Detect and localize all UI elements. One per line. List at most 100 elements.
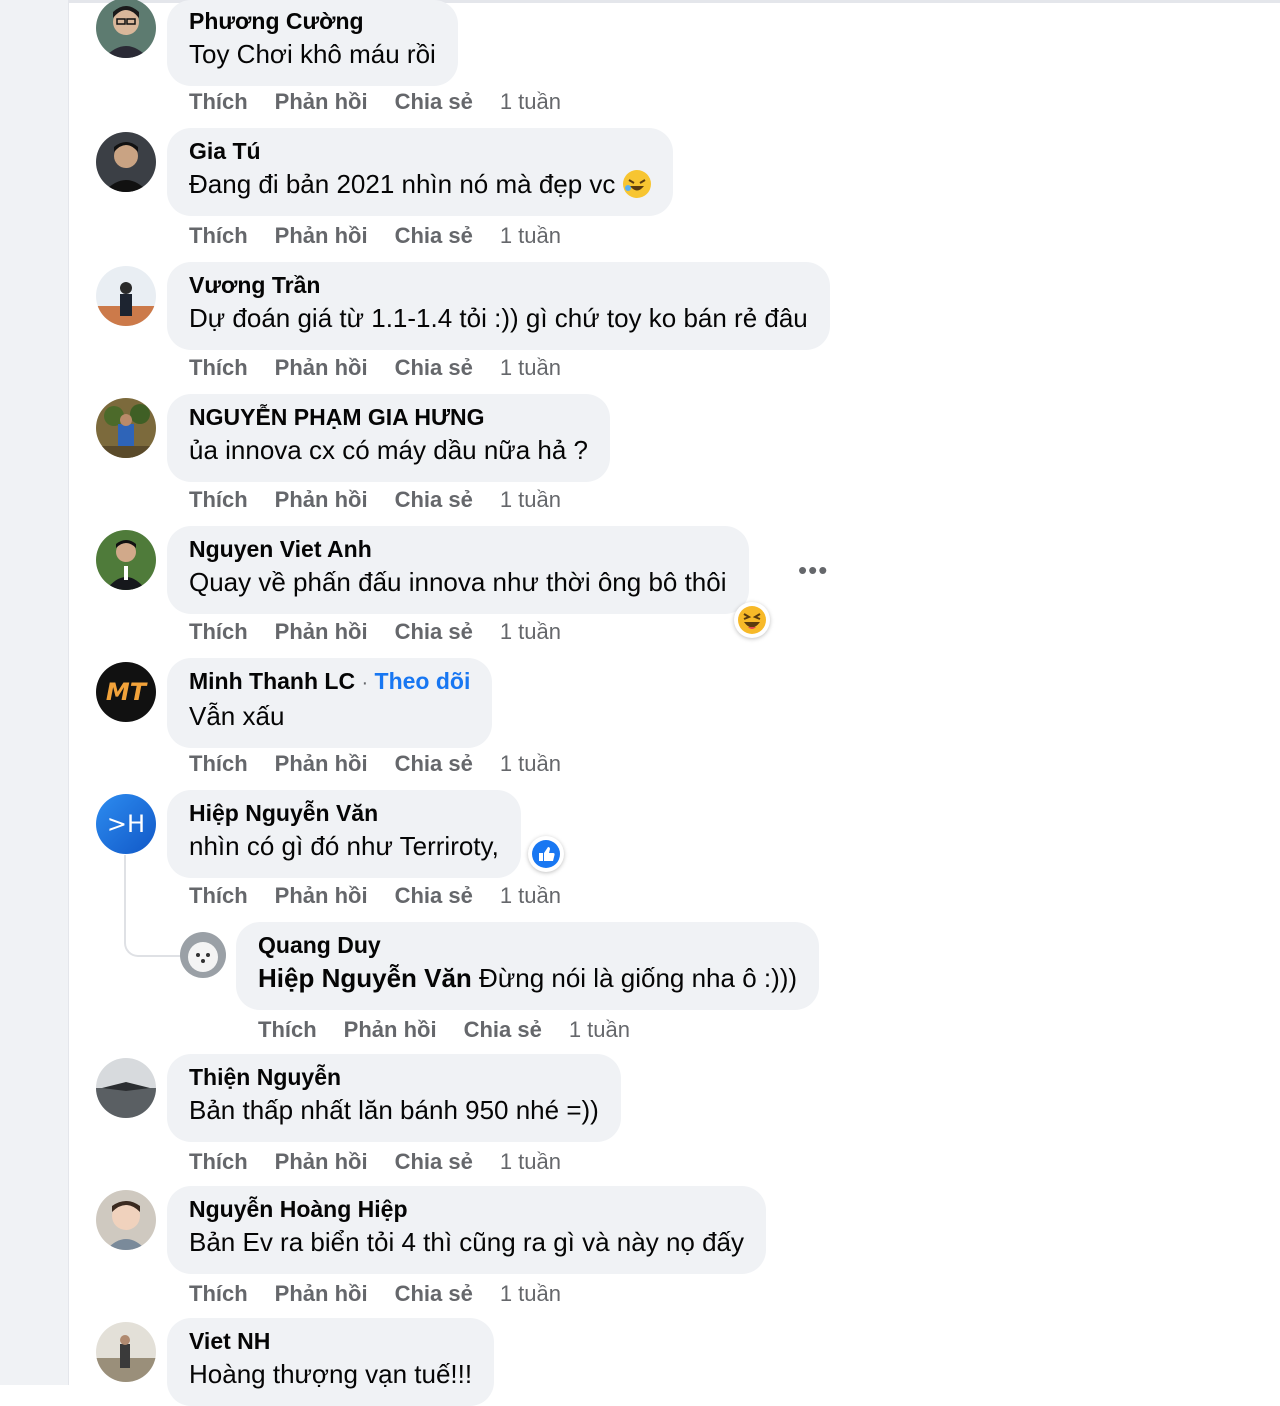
comment-timestamp[interactable]: 1 tuần [500, 619, 561, 645]
comment-actions: Thích Phản hồi Chia sẻ 1 tuần [189, 355, 588, 381]
comment-author[interactable]: Vương Trần [189, 270, 808, 301]
avatar[interactable] [96, 1322, 156, 1382]
haha-reaction-icon [738, 606, 766, 634]
comment-actions: Thích Phản hồi Chia sẻ 1 tuần [189, 1149, 588, 1175]
reply-button[interactable]: Phản hồi [275, 1149, 368, 1175]
avatar[interactable]: MT [96, 662, 156, 722]
comment-author[interactable]: Phương Cường [189, 6, 436, 37]
comment-timestamp[interactable]: 1 tuần [500, 1149, 561, 1175]
comment-timestamp[interactable]: 1 tuần [500, 223, 561, 249]
comment-text: Vẫn xấu [189, 701, 285, 731]
comment-bubble: Nguyễn Hoàng Hiệp Bản Ev ra biển tỏi 4 t… [167, 1186, 767, 1274]
reply-button[interactable]: Phản hồi [275, 619, 368, 645]
comment-text: Hoàng thượng vạn tuế!!! [189, 1359, 473, 1389]
reply-button[interactable]: Phản hồi [275, 355, 368, 381]
comment-author[interactable]: Viet NH [189, 1326, 472, 1357]
like-reaction-icon [532, 840, 560, 868]
like-button[interactable]: Thích [189, 487, 248, 513]
comment-timestamp[interactable]: 1 tuần [500, 1281, 561, 1307]
reply-button[interactable]: Phản hồi [275, 89, 368, 115]
comment-bubble: Minh Thanh LC · Theo dõi Vẫn xấu [167, 658, 493, 748]
reaction-badge[interactable] [734, 602, 770, 638]
avatar-initials: MT [105, 678, 147, 706]
comment-bubble: Viet NH Hoàng thượng vạn tuế!!! [167, 1318, 495, 1406]
avatar[interactable] [180, 932, 226, 978]
comment-text: Quay về phấn đấu innova như thời ông bô … [189, 567, 727, 597]
reply-button[interactable]: Phản hồi [275, 751, 368, 777]
share-button[interactable]: Chia sẻ [395, 223, 473, 249]
share-button[interactable]: Chia sẻ [395, 1281, 473, 1307]
comment-text: Dự đoán giá từ 1.1-1.4 tỏi :)) gì chứ to… [189, 303, 808, 333]
share-button[interactable]: Chia sẻ [464, 1017, 542, 1043]
follow-button[interactable]: Theo dõi [375, 668, 471, 694]
comment-actions: Thích Phản hồi Chia sẻ 1 tuần [189, 883, 588, 909]
share-button[interactable]: Chia sẻ [395, 619, 473, 645]
comment-text: Bản thấp nhất lăn bánh 950 nhé =)) [189, 1095, 599, 1125]
comment-bubble: NGUYỄN PHẠM GIA HƯNG ủa innova cx có máy… [167, 394, 610, 482]
share-button[interactable]: Chia sẻ [395, 1149, 473, 1175]
avatar[interactable] [96, 530, 156, 590]
reply-button[interactable]: Phản hồi [344, 1017, 437, 1043]
comment-timestamp[interactable]: 1 tuần [500, 487, 561, 513]
reply-button[interactable]: Phản hồi [275, 487, 368, 513]
like-button[interactable]: Thích [189, 883, 248, 909]
avatar[interactable] [96, 1058, 156, 1118]
comment-bubble: Vương Trần Dự đoán giá từ 1.1-1.4 tỏi :)… [167, 262, 830, 350]
avatar[interactable] [96, 132, 156, 192]
comment-author[interactable]: Hiệp Nguyễn Văn [189, 798, 499, 829]
comment-text: ủa innova cx có máy dầu nữa hả ? [189, 435, 588, 465]
like-button[interactable]: Thích [189, 751, 248, 777]
comment-bubble: Gia Tú Đang đi bản 2021 nhìn nó mà đẹp v… [167, 128, 674, 216]
comment-timestamp[interactable]: 1 tuần [500, 89, 561, 115]
mention-link[interactable]: Hiệp Nguyễn Văn [258, 963, 472, 993]
comment-text-content: Đừng nói là giống nha ô :))) [471, 963, 798, 993]
comment-bubble: Hiệp Nguyễn Văn nhìn có gì đó như Terrir… [167, 790, 521, 878]
comment-actions: Thích Phản hồi Chia sẻ 1 tuần [189, 89, 588, 115]
comment-timestamp[interactable]: 1 tuần [500, 751, 561, 777]
comment-timestamp[interactable]: 1 tuần [500, 883, 561, 909]
like-button[interactable]: Thích [189, 223, 248, 249]
share-button[interactable]: Chia sẻ [395, 487, 473, 513]
reply-button[interactable]: Phản hồi [275, 1281, 368, 1307]
comment-bubble: Phương Cường Toy Chơi khô máu rồi [167, 0, 458, 86]
comment-author[interactable]: Nguyễn Hoàng Hiệp [189, 1194, 744, 1225]
comment-author[interactable]: Quang Duy [258, 930, 797, 961]
comment-timestamp[interactable]: 1 tuần [500, 355, 561, 381]
avatar[interactable] [96, 0, 156, 58]
share-button[interactable]: Chia sẻ [395, 751, 473, 777]
comment-bubble: Thiện Nguyễn Bản thấp nhất lăn bánh 950 … [167, 1054, 621, 1142]
share-button[interactable]: Chia sẻ [395, 883, 473, 909]
like-button[interactable]: Thích [189, 1149, 248, 1175]
avatar-initials: >H [106, 810, 146, 838]
comment-text: Đang đi bản 2021 nhìn nó mà đẹp vc [189, 167, 652, 202]
avatar[interactable]: >H [96, 794, 156, 854]
reply-button[interactable]: Phản hồi [275, 883, 368, 909]
comment-text: nhìn có gì đó như Terriroty, [189, 831, 499, 861]
comment-author[interactable]: Minh Thanh LC [189, 668, 355, 694]
comment-text: Toy Chơi khô máu rồi [189, 39, 436, 69]
comment-actions: Thích Phản hồi Chia sẻ 1 tuần [258, 1017, 657, 1043]
comment-author[interactable]: Nguyen Viet Anh [189, 534, 727, 565]
comment-timestamp[interactable]: 1 tuần [569, 1017, 630, 1043]
like-button[interactable]: Thích [189, 1281, 248, 1307]
comment-author[interactable]: Thiện Nguyễn [189, 1062, 599, 1093]
more-options-icon[interactable]: ••• [798, 557, 828, 583]
reaction-badge[interactable] [528, 836, 564, 872]
left-gutter [0, 0, 69, 1385]
comment-text: Bản Ev ra biển tỏi 4 thì cũng ra gì và n… [189, 1227, 745, 1257]
separator-dot: · [361, 672, 369, 694]
like-button[interactable]: Thích [189, 89, 248, 115]
share-button[interactable]: Chia sẻ [395, 355, 473, 381]
like-button[interactable]: Thích [258, 1017, 317, 1043]
comment-author[interactable]: Gia Tú [189, 136, 651, 167]
avatar[interactable] [96, 398, 156, 458]
reply-button[interactable]: Phản hồi [275, 223, 368, 249]
like-button[interactable]: Thích [189, 619, 248, 645]
share-button[interactable]: Chia sẻ [395, 89, 473, 115]
avatar[interactable] [96, 266, 156, 326]
rolling-laughing-emoji-icon [623, 170, 652, 198]
comment-text-content: Đang đi bản 2021 nhìn nó mà đẹp vc [189, 169, 616, 199]
like-button[interactable]: Thích [189, 355, 248, 381]
avatar[interactable] [96, 1190, 156, 1250]
comment-author[interactable]: NGUYỄN PHẠM GIA HƯNG [189, 402, 588, 433]
